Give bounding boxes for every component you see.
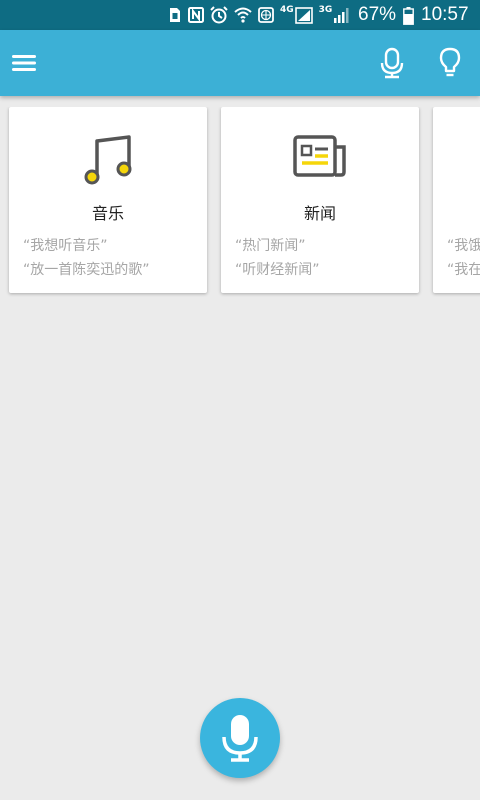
skill-cards: 音乐 “我想听音乐” “放一首陈奕迅的歌” 新闻 “热门新闻” “听财经新闻” …: [0, 107, 480, 297]
alarm-icon: [210, 5, 228, 25]
signal-icon: [294, 5, 313, 25]
clock: 10:57: [421, 4, 469, 25]
battery-icon: [403, 7, 414, 29]
lightbulb-icon: [439, 47, 461, 77]
microphone-icon: [380, 47, 404, 79]
app-bar: [0, 30, 480, 96]
status-icons: 4G 3G: [168, 5, 355, 25]
music-note-icon: [84, 135, 132, 185]
card-example: “我在: [447, 262, 480, 278]
voice-input-button[interactable]: [376, 46, 408, 80]
tips-button[interactable]: [434, 46, 466, 80]
card-title: 音乐: [91, 204, 124, 223]
card-example: “我饿: [447, 238, 480, 254]
card-example: “我想听音乐”: [23, 238, 108, 254]
card-title: 新闻: [303, 204, 336, 223]
menu-icon: [12, 55, 36, 71]
menu-button[interactable]: [8, 47, 40, 79]
card-example: “听财经新闻”: [235, 262, 320, 278]
network-type-label: 3G: [318, 5, 333, 15]
network-type-label: 4G: [280, 5, 294, 15]
nfc-icon: [188, 5, 204, 25]
partial-card[interactable]: “我饿 “我在: [433, 107, 480, 293]
wifi-icon: [234, 5, 252, 25]
news-card[interactable]: 新闻 “热门新闻” “听财经新闻”: [221, 107, 419, 293]
microphone-icon: [222, 715, 258, 762]
voice-fab-button[interactable]: [200, 698, 280, 778]
card-example: “放一首陈奕迅的歌”: [23, 262, 150, 278]
signal-icon: [333, 5, 349, 25]
newspaper-icon: [293, 135, 346, 177]
globe-icon: [258, 5, 274, 25]
music-card[interactable]: 音乐 “我想听音乐” “放一首陈奕迅的歌”: [9, 107, 207, 293]
card-example: “热门新闻”: [235, 238, 306, 254]
battery-percent: 67%: [358, 4, 397, 25]
sim-icon: [168, 5, 182, 25]
status-bar: 4G 3G 67% 10:57: [0, 0, 480, 30]
